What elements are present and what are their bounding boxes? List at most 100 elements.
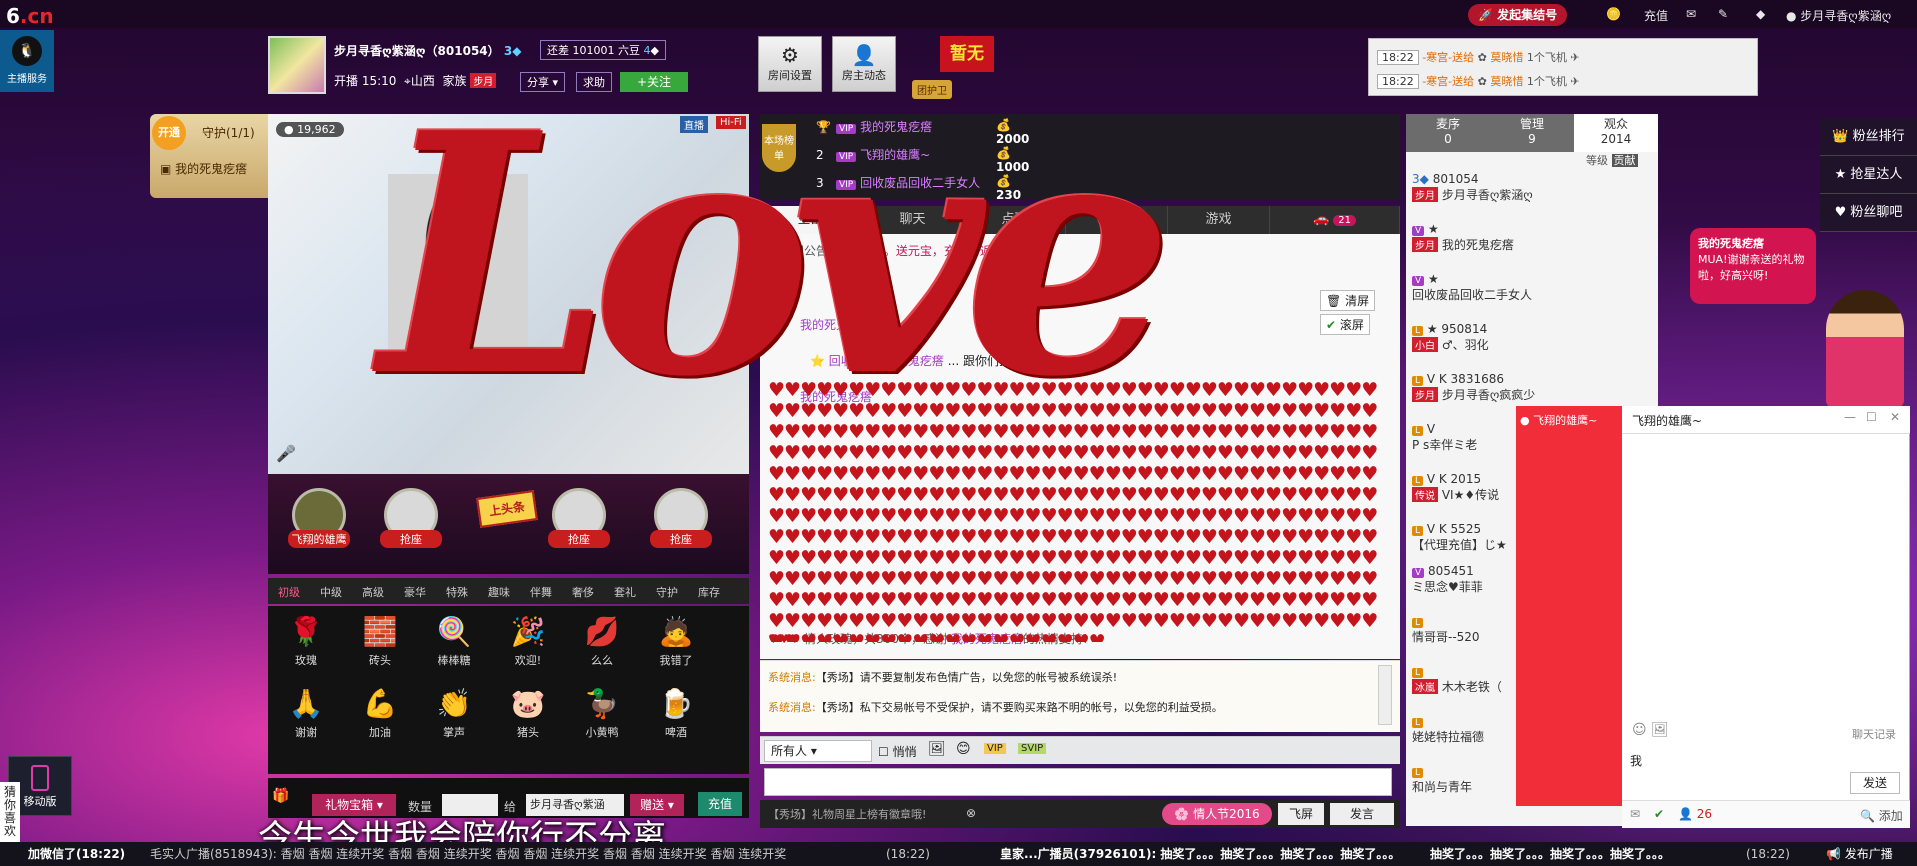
tab-admins[interactable]: 管理 9	[1490, 114, 1574, 152]
gift-tab[interactable]: 奢侈	[572, 584, 594, 600]
chat-input[interactable]	[764, 768, 1392, 796]
mail-icon[interactable]: ✉	[1630, 807, 1640, 821]
svip-emoji-icon[interactable]: SVIP	[1018, 743, 1047, 754]
seat-grab[interactable]: 抢座	[548, 488, 610, 548]
auto-scroll-toggle[interactable]: ✔ 滚屏	[1320, 314, 1370, 335]
tab-car[interactable]: 🚗 21	[1270, 206, 1400, 234]
user-row[interactable]: L V K 5525 【代理充值】じ★	[1412, 522, 1507, 553]
coin-icon[interactable]: 🪙	[1606, 7, 1621, 21]
diamond-icon[interactable]: ◆	[1756, 7, 1765, 21]
check-icon[interactable]: ✔	[1654, 807, 1664, 821]
gift-item[interactable]: 🦆 小黄鸭	[572, 684, 632, 740]
send-row: 【秀场】礼物周星上榜有徽章哦! ⊗ 🌸 情人节2016 飞屏 发言	[760, 800, 1400, 828]
star-grab-button[interactable]: ★ 抢星达人	[1820, 156, 1917, 194]
user-row[interactable]: L V K 3831686 步月 步月寻香ღ疯疯少	[1412, 372, 1535, 403]
emoji-icon[interactable]: 😊	[956, 741, 971, 757]
close-icon[interactable]: ✕	[1890, 410, 1900, 424]
maximize-icon[interactable]: ☐	[1866, 410, 1877, 424]
people-count[interactable]: 👤 26	[1678, 807, 1712, 821]
gift-item[interactable]: 🙏 谢谢	[276, 684, 336, 740]
clear-screen-button[interactable]: 🗑 清屏	[1320, 290, 1376, 311]
gift-tab[interactable]: 伴舞	[530, 584, 552, 600]
sort-options[interactable]: 等级 贡献	[1586, 152, 1638, 168]
launch-rally-button[interactable]: 🚀 发起集结号	[1468, 4, 1568, 26]
contact-item[interactable]: ● 飞翔的雄鹰~	[1520, 412, 1597, 428]
image-icon[interactable]: 🖼	[928, 741, 946, 757]
seat-grab[interactable]: 抢座	[380, 488, 442, 548]
scrollbar[interactable]	[1378, 665, 1392, 725]
site-logo[interactable]: 6.cn	[6, 4, 54, 28]
gift-bag-icon[interactable]: 🎁	[272, 788, 289, 804]
user-row[interactable]: L ★ 950814 小白 ♂、羽化	[1412, 322, 1489, 353]
tab-mic-queue[interactable]: 麦序 0	[1406, 114, 1490, 152]
fan-chat-button[interactable]: ♥ 粉丝聊吧	[1820, 194, 1917, 232]
user-row[interactable]: V ★ 步月 我的死鬼疙瘩	[1412, 222, 1514, 253]
fly-screen-button[interactable]: 飞屏	[1278, 803, 1324, 825]
gift-tab[interactable]: 高级	[362, 584, 384, 600]
user-row[interactable]: L V K 2015 传说 VI★♦传说	[1412, 472, 1499, 503]
gift-tab[interactable]: 特殊	[446, 584, 468, 600]
gift-tab[interactable]: 初级	[278, 584, 300, 600]
gift-item[interactable]: 👏 掌声	[424, 684, 484, 740]
chat-target-select[interactable]: 所有人 ▾	[764, 740, 872, 762]
recharge-link[interactable]: 充值	[1644, 7, 1668, 24]
user-row[interactable]: L VP s幸伴ミ老	[1412, 422, 1477, 453]
mic-icon[interactable]: 🎤	[276, 444, 296, 463]
user-menu[interactable]: ● 步月寻香ღ紫涵ღ	[1786, 7, 1891, 24]
system-line: 系统消息:【秀场】请不要复制发布色情广告，以免您的帐号被系统误杀!	[768, 671, 1118, 684]
gift-item[interactable]: 💋 么么	[572, 612, 632, 668]
host-avatar[interactable]	[268, 36, 326, 94]
ticker-item[interactable]: 毛实人广播(8518943): 香烟 香烟 连续开奖 香烟 香烟 连续开奖 香烟…	[150, 842, 786, 866]
close-icon[interactable]: ⊗	[966, 806, 976, 820]
mail-icon[interactable]: ✉	[1686, 7, 1696, 21]
diamond-icon: ◆	[512, 44, 522, 58]
user-row[interactable]: L 姥姥特拉福德	[1412, 714, 1484, 745]
vip-emoji-icon[interactable]: VIP	[984, 743, 1006, 754]
user-row[interactable]: V ★ 回收废品回收二手女人	[1412, 272, 1532, 303]
valentine-button[interactable]: 🌸 情人节2016	[1162, 803, 1272, 825]
host-name[interactable]: 步月寻香ღ紫涵ღ（801054） 3◆	[334, 42, 521, 59]
guard-member[interactable]: ▣ 我的死鬼疙瘩	[160, 160, 247, 177]
seat-occupied[interactable]: 飞翔的雄鹰	[288, 488, 350, 548]
ticker-item[interactable]: 抽奖了。。。抽奖了。。。抽奖了。。。抽奖了。。。	[1430, 842, 1670, 866]
gift-tab[interactable]: 豪华	[404, 584, 426, 600]
open-guard-button[interactable]: 开通	[152, 116, 186, 150]
ticker-item[interactable]: 加微信了(18:22)	[28, 842, 125, 866]
gift-tab[interactable]: 守护	[656, 584, 678, 600]
tab-audience[interactable]: 观众 2014	[1574, 114, 1658, 152]
gift-tab[interactable]: 中级	[320, 584, 342, 600]
fan-ranking-button[interactable]: 👑 粉丝排行	[1820, 118, 1917, 156]
whisper-checkbox[interactable]: ☐ 悄悄	[878, 743, 917, 760]
user-row[interactable]: 3◆ 801054 步月 步月寻香ღ紫涵ღ	[1412, 172, 1533, 203]
tab-games[interactable]: 游戏	[1168, 206, 1270, 234]
gift-item[interactable]: 🍭 棒棒糖	[424, 612, 484, 668]
recharge-button[interactable]: 充值	[698, 792, 742, 816]
gift-tab[interactable]: 套礼	[614, 584, 636, 600]
ticker-item[interactable]: 皇家...广播员(37926101): 抽奖了。。。抽奖了。。。抽奖了。。。抽奖…	[1000, 842, 1400, 866]
gift-item[interactable]: 💪 加油	[350, 684, 410, 740]
gift-item[interactable]: 🌹 玫瑰	[276, 612, 336, 668]
add-contact-button[interactable]: 🔍 添加	[1860, 807, 1903, 824]
emoji-icon[interactable]: ☺ 🖼	[1632, 722, 1669, 738]
edit-icon[interactable]: ✎	[1718, 7, 1728, 21]
user-row[interactable]: L 冰嵐 木木老铁（	[1412, 664, 1502, 695]
gift-item[interactable]: 🐷 猪头	[498, 684, 558, 740]
gift-item[interactable]: 🎉 欢迎!	[498, 612, 558, 668]
minimize-icon[interactable]: —	[1844, 410, 1856, 424]
gift-item[interactable]: 🍺 啤酒	[646, 684, 706, 740]
seat-grab[interactable]: 抢座	[650, 488, 712, 548]
gift-item[interactable]: 🧱 砖头	[350, 612, 410, 668]
send-message-button[interactable]: 发言	[1330, 803, 1394, 825]
host-service-button[interactable]: 🐧 主播服务	[0, 30, 54, 92]
user-row[interactable]: L 情哥哥--520	[1412, 614, 1480, 645]
publish-broadcast-button[interactable]: 📢 发布广播	[1826, 842, 1893, 866]
gift-tab[interactable]: 库存	[698, 584, 720, 600]
private-send-button[interactable]: 发送	[1850, 772, 1900, 794]
gift-item[interactable]: 🙇 我错了	[646, 612, 706, 668]
chat-history-link[interactable]: 聊天记录	[1852, 726, 1896, 742]
gift-tab[interactable]: 趣味	[488, 584, 510, 600]
private-input-text[interactable]: 我	[1630, 752, 1642, 769]
user-row[interactable]: V 805451 ミ思念♥菲菲	[1412, 564, 1483, 595]
check-icon: ✔	[1326, 318, 1337, 332]
user-row[interactable]: L 和尚与青年	[1412, 764, 1472, 795]
